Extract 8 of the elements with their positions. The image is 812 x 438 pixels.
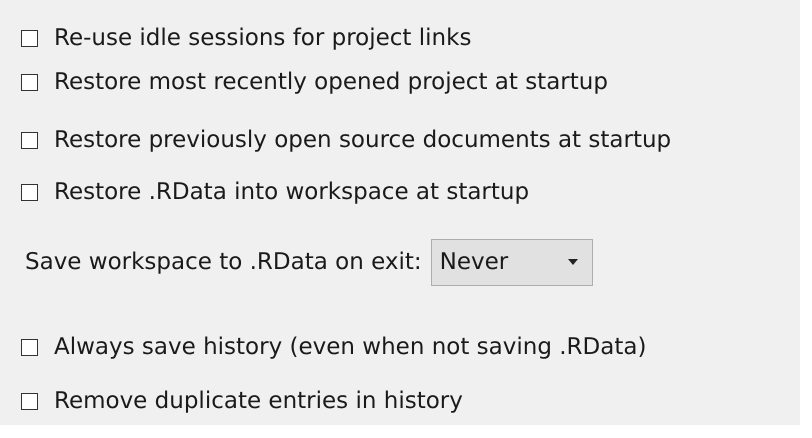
checkbox-option[interactable]: Remove duplicate entries in history	[21, 388, 463, 414]
checkbox-option[interactable]: Restore .RData into workspace at startup	[21, 179, 530, 205]
checkbox-option[interactable]: Always save history (even when not saving .RData)	[21, 334, 646, 360]
checkbox-option[interactable]: Restore most recently opened project at startup	[21, 69, 608, 95]
checkbox-option[interactable]: Re-use idle sessions for project links	[21, 25, 472, 51]
field-label: Save workspace to .RData on exit:	[25, 249, 422, 275]
dropdown[interactable]: Never	[430, 238, 593, 286]
checkbox-option[interactable]: Restore previously open source documents at startup	[21, 127, 672, 153]
